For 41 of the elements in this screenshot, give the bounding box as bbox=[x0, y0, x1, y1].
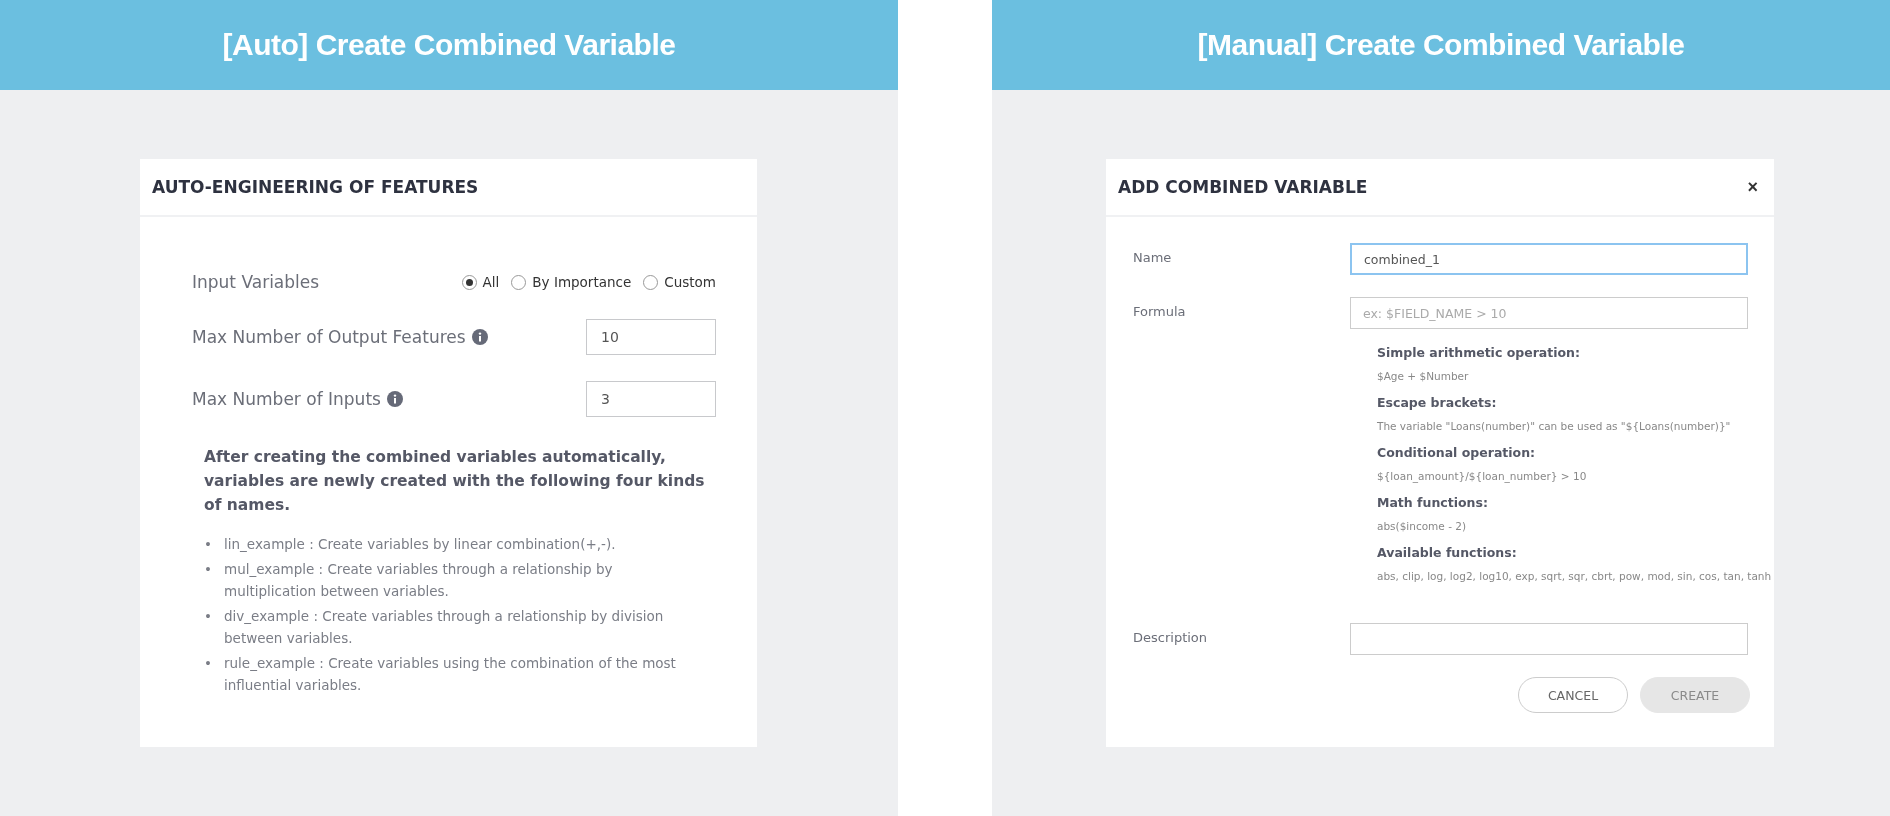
field-label: Max Number of Output Features bbox=[192, 327, 466, 347]
field-label: Name bbox=[1133, 249, 1173, 267]
hint-text: $Age + $Number bbox=[1377, 369, 1470, 384]
field-label: Formula bbox=[1133, 303, 1187, 321]
close-button[interactable]: × bbox=[1743, 176, 1762, 198]
info-icon bbox=[471, 329, 488, 345]
bullet: • bbox=[204, 560, 213, 579]
number-field[interactable]: 3 bbox=[586, 381, 716, 417]
hint-text: abs($income - 2) bbox=[1377, 519, 1468, 534]
hint-title: Conditional operation: bbox=[1377, 445, 1537, 460]
list-item-text: lin_example : Create variables by linear combination(+,-). bbox=[224, 535, 616, 554]
list-item-text: div_example : Create variables through a relationship by division between variables. bbox=[224, 607, 665, 648]
description-field[interactable] bbox=[1350, 623, 1748, 655]
hint-text: abs, clip, log, log2, log10, exp, sqrt, sqr, cbrt, pow, mod, sin, cos, tan, tanh bbox=[1377, 569, 1773, 584]
radio-option[interactable]: All bbox=[461, 274, 500, 290]
dialog-button[interactable]: CANCEL bbox=[1518, 677, 1628, 713]
hint-title: Simple arithmetic operation: bbox=[1377, 345, 1581, 360]
field-label: Input Variables bbox=[192, 272, 320, 292]
name-field[interactable]: combined_1 bbox=[1350, 243, 1748, 275]
banner-title: [Auto] Create Combined Variable bbox=[0, 0, 898, 90]
hint-title: Available functions: bbox=[1377, 545, 1518, 560]
number-field[interactable]: 10 bbox=[586, 319, 716, 355]
bullet: • bbox=[204, 654, 213, 673]
bullet: • bbox=[204, 607, 213, 626]
radio-option[interactable]: By Importance bbox=[511, 274, 632, 290]
field-label: Max Number of Inputs bbox=[192, 389, 381, 409]
info-icon bbox=[386, 391, 403, 407]
note-text: After creating the combined variables automatically, variables are newly created with the following four kinds of names. bbox=[204, 447, 706, 516]
dialog-title: ADD COMBINED VARIABLE bbox=[1118, 177, 1368, 197]
hint-title: Escape brackets: bbox=[1377, 395, 1498, 410]
list-item-text: mul_example : Create variables through a relationship by multiplication between variables. bbox=[224, 560, 614, 601]
radio-option[interactable]: Custom bbox=[643, 274, 716, 290]
hint-text: ${loan_amount}/${loan_number} > 10 bbox=[1377, 469, 1588, 485]
bullet: • bbox=[204, 535, 213, 554]
banner-title: [Manual] Create Combined Variable bbox=[992, 0, 1890, 90]
dialog-title: AUTO-ENGINEERING OF FEATURES bbox=[152, 177, 479, 197]
hint-text: The variable "Loans(number)" can be used as "${Loans(number)}" bbox=[1377, 419, 1732, 434]
list-item-text: rule_example : Create variables using the combination of the most influential variables. bbox=[224, 654, 677, 695]
formula-field[interactable]: ex: $FIELD_NAME > 10 bbox=[1350, 297, 1748, 329]
hint-title: Math functions: bbox=[1377, 495, 1489, 510]
field-label: Description bbox=[1133, 629, 1209, 647]
